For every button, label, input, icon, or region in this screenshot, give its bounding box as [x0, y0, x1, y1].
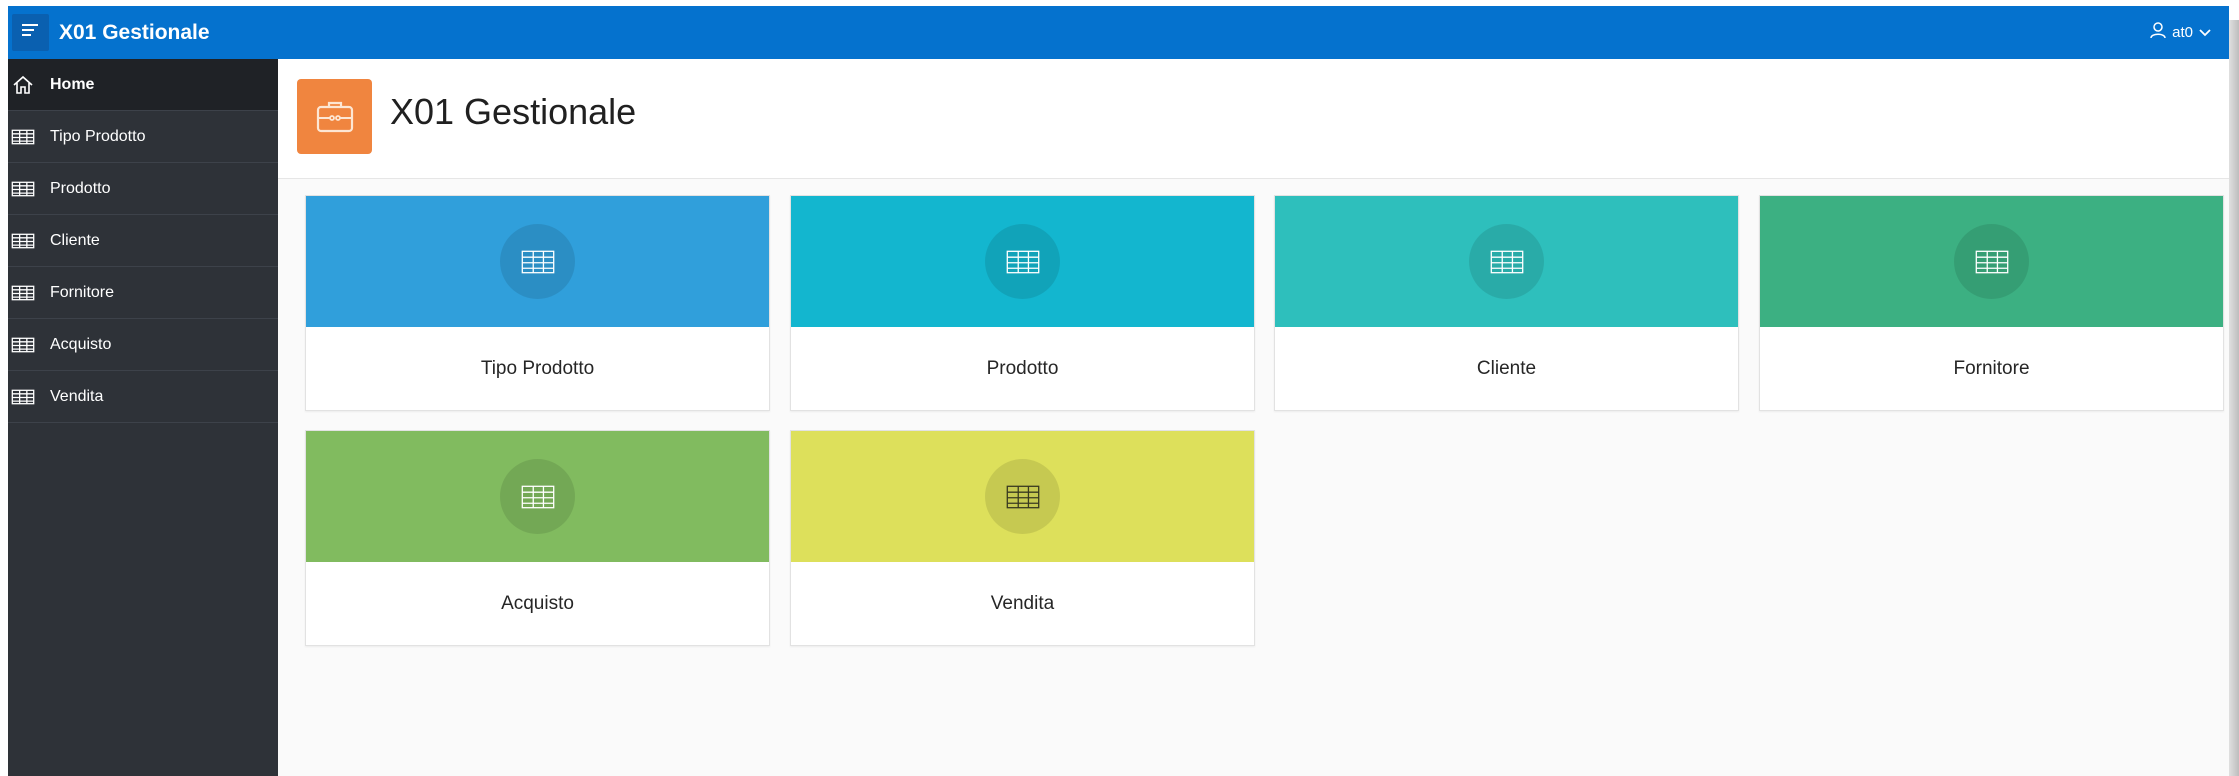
- table-icon: [10, 335, 36, 355]
- sidebar-item-label: Cliente: [50, 231, 100, 249]
- card-banner: [306, 196, 769, 327]
- card-prodotto[interactable]: Prodotto: [790, 195, 1255, 411]
- card-vendita[interactable]: Vendita: [790, 430, 1255, 646]
- user-name: at0: [2172, 24, 2193, 41]
- sidebar-item-label: Acquisto: [50, 335, 112, 353]
- sidebar-item-acquisto[interactable]: Acquisto: [8, 319, 278, 371]
- table-icon: [985, 224, 1060, 299]
- sidebar-nav: Home Tipo Prodotto Prodotto Cliente Forn…: [8, 59, 278, 776]
- card-cliente[interactable]: Cliente: [1274, 195, 1739, 411]
- top-bar: X01 Gestionale at0: [8, 6, 2229, 59]
- card-label: Prodotto: [986, 358, 1059, 379]
- card-fornitore[interactable]: Fornitore: [1759, 195, 2224, 411]
- card-label: Acquisto: [501, 593, 574, 614]
- menu-toggle-button[interactable]: [12, 14, 49, 51]
- table-icon: [10, 231, 36, 251]
- card-banner: [1760, 196, 2223, 327]
- card-acquisto[interactable]: Acquisto: [305, 430, 770, 646]
- window-edge: [2229, 20, 2239, 776]
- card-tipo-prodotto[interactable]: Tipo Prodotto: [305, 195, 770, 411]
- sidebar-item-fornitore[interactable]: Fornitore: [8, 267, 278, 319]
- page-title: X01 Gestionale: [390, 91, 637, 132]
- card-banner: [1275, 196, 1738, 327]
- card-banner: [791, 431, 1254, 562]
- sidebar-item-prodotto[interactable]: Prodotto: [8, 163, 278, 215]
- sidebar-item-tipo-prodotto[interactable]: Tipo Prodotto: [8, 111, 278, 163]
- table-icon: [10, 283, 36, 303]
- home-icon: [10, 75, 36, 95]
- table-icon: [1469, 224, 1544, 299]
- main-content: X01 Gestionale Tipo Prodotto Prodotto Cl…: [278, 59, 2229, 776]
- table-icon: [1954, 224, 2029, 299]
- chevron-down-icon: [2199, 24, 2211, 41]
- sidebar-item-home[interactable]: Home: [8, 59, 278, 111]
- sidebar-item-label: Vendita: [50, 387, 104, 405]
- hamburger-icon: [21, 23, 40, 42]
- briefcase-icon: [297, 79, 372, 154]
- app-window: X01 Gestionale at0 Home Tipo Prodotto Pr…: [8, 6, 2229, 776]
- sidebar-item-label: Tipo Prodotto: [50, 127, 146, 145]
- table-icon: [500, 224, 575, 299]
- table-icon: [10, 127, 36, 147]
- sidebar-item-label: Home: [50, 75, 95, 93]
- card-banner: [306, 431, 769, 562]
- sidebar-item-label: Prodotto: [50, 179, 111, 197]
- sidebar-item-cliente[interactable]: Cliente: [8, 215, 278, 267]
- table-icon: [10, 179, 36, 199]
- page-header: X01 Gestionale: [278, 59, 2229, 179]
- user-menu[interactable]: at0: [2150, 6, 2211, 59]
- card-label: Vendita: [990, 593, 1055, 614]
- card-label: Tipo Prodotto: [480, 358, 595, 379]
- app-title[interactable]: X01 Gestionale: [59, 21, 210, 45]
- sidebar-item-label: Fornitore: [50, 283, 115, 301]
- user-icon: [2150, 22, 2166, 43]
- sidebar-item-vendita[interactable]: Vendita: [8, 371, 278, 423]
- card-label: Fornitore: [1953, 358, 2030, 379]
- table-icon: [10, 387, 36, 407]
- table-icon: [500, 459, 575, 534]
- card-banner: [791, 196, 1254, 327]
- card-label: Cliente: [1476, 358, 1537, 379]
- table-icon: [985, 459, 1060, 534]
